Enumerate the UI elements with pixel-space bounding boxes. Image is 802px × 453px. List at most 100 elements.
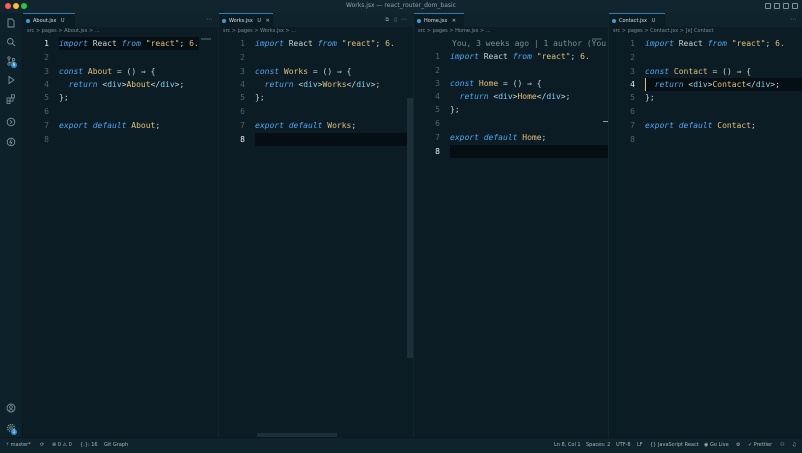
problems-indicator[interactable]: ⊗ 0 ⚠ 0 (52, 438, 72, 452)
extensions-icon[interactable] (6, 94, 16, 104)
indentation[interactable]: Spaces: 2 (586, 438, 610, 452)
code-line[interactable]: 4 return <div>Home</div>; (414, 90, 608, 103)
tab-bar: About.jsx U ⋯ (23, 13, 218, 27)
minimap[interactable] (201, 38, 211, 40)
breadcrumb[interactable]: src > pages > Home.jsx > ... (418, 28, 491, 34)
code-line[interactable]: 3 const Works = () ⇒ { (219, 65, 413, 78)
breadcrumb[interactable]: src > pages > Contact.jsx > [e] Contact (613, 28, 714, 34)
settings-gear-icon[interactable]: 1 (6, 423, 17, 435)
tab-about-jsx[interactable]: About.jsx U (23, 13, 75, 27)
cursor-position[interactable]: Ln 8, Col 1 (554, 438, 581, 452)
breadcrumb[interactable]: src > pages > About.jsx > ... (27, 28, 100, 34)
code-line[interactable]: 6 (414, 117, 608, 130)
code-line[interactable]: 7 export default About; (23, 119, 218, 132)
more-actions-icon[interactable]: ⋯ (206, 13, 212, 27)
activity-bar: 6 1 (0, 13, 23, 437)
layout-controls (765, 3, 798, 9)
tab-contact-jsx[interactable]: Contact.jsx U (609, 13, 665, 27)
remote-icon[interactable] (6, 117, 16, 127)
code-line[interactable]: 1 import React from "react"; 6. (219, 37, 413, 50)
code-line[interactable]: 1 import React from "react"; 6. (609, 37, 802, 50)
toggle-secondary-sidebar-icon[interactable] (783, 3, 789, 9)
notifications-bell-icon[interactable]: ♫ (792, 438, 796, 452)
code-line[interactable]: 6 (219, 105, 413, 118)
toggle-primary-sidebar-icon[interactable] (765, 3, 771, 9)
tab-label: Contact.jsx (619, 18, 647, 24)
split-editor-icon[interactable]: ▯ (394, 13, 397, 27)
code-line[interactable]: 7 export default Contact; (609, 119, 802, 132)
account-icon[interactable] (6, 403, 16, 413)
code-line[interactable]: 5}; (609, 91, 802, 104)
customize-layout-icon[interactable] (792, 3, 798, 9)
minimap[interactable] (592, 38, 602, 40)
braces-count[interactable]: {.}: 16 (80, 438, 98, 452)
git-graph-button[interactable]: Git Graph (104, 438, 128, 452)
code-line-current[interactable]: 4 return <div>Contact</div>; (609, 78, 802, 91)
editor-group-about: About.jsx U ⋯ src > pages > About.jsx > … (23, 13, 218, 437)
settings-sync-icon[interactable]: ⚙ (736, 438, 740, 452)
vertical-scrollbar[interactable] (407, 98, 413, 358)
branch-indicator[interactable]: ᛘ master* (6, 438, 31, 452)
code-line[interactable]: 5}; (219, 91, 413, 104)
code-line[interactable]: 4 return <div>About</div>; (23, 78, 218, 91)
source-control-icon[interactable]: 6 (6, 56, 17, 68)
code-line[interactable]: 2 (414, 64, 608, 77)
code-line-current[interactable]: 8 (219, 133, 413, 146)
tab-modified-indicator: U (60, 18, 65, 24)
code-line[interactable]: 8 (23, 133, 218, 146)
code-line[interactable]: 1 import React from "react"; 6. (414, 50, 608, 63)
breadcrumb[interactable]: src > pages > Works.jsx > ... (223, 28, 296, 34)
editor-group-contact: Contact.jsx U ⋯ src > pages > Contact.js… (609, 13, 802, 437)
code-line[interactable]: 6 (23, 105, 218, 118)
end-of-line[interactable]: LF (637, 438, 643, 452)
code-line[interactable]: 5}; (414, 103, 608, 116)
code-line-current[interactable]: 8 (414, 145, 608, 158)
tab-bar: Home.jsx ✕ (414, 13, 608, 27)
git-blame-annotation[interactable]: You, 3 weeks ago | 1 author (You (414, 37, 608, 50)
tab-works-jsx[interactable]: Works.jsx U ✕ (219, 13, 273, 27)
encoding[interactable]: UTF-8 (616, 438, 631, 452)
title-bar: Works.jsx — react_router_dom_basic (0, 0, 802, 14)
run-debug-icon[interactable] (6, 75, 16, 85)
react-file-icon (417, 19, 421, 23)
tab-label: About.jsx (33, 18, 57, 24)
go-live-button[interactable]: ◉ Go Live (704, 438, 729, 452)
code-line[interactable]: 2 (219, 51, 413, 64)
toggle-panel-icon[interactable] (774, 3, 780, 9)
source-control-badge: 6 (11, 62, 17, 68)
sync-icon[interactable]: ⟳ (40, 438, 44, 452)
react-file-icon (26, 19, 30, 23)
more-actions-icon[interactable]: ⋯ (401, 13, 407, 27)
code-line[interactable]: 1 import React from "react"; 6. (23, 37, 218, 50)
react-file-icon (612, 19, 616, 23)
feedback-icon[interactable]: ⚇ (780, 438, 784, 452)
search-icon[interactable] (6, 37, 16, 47)
code-line[interactable]: 3 const Home = () ⇒ { (414, 77, 608, 90)
more-actions-icon[interactable]: ⋯ (790, 13, 796, 27)
language-mode[interactable]: {} JavaScript React (650, 438, 699, 452)
close-icon[interactable]: ✕ (452, 18, 456, 24)
open-changes-icon[interactable]: ⧉ (385, 13, 389, 27)
code-line[interactable]: 2 (23, 51, 218, 64)
code-line[interactable]: 4 return <div>Works</div>; (219, 78, 413, 91)
code-line[interactable]: 2 (609, 51, 802, 64)
react-file-icon (222, 19, 226, 23)
code-line[interactable]: 3 const Contact = () ⇒ { (609, 65, 802, 78)
files-icon[interactable] (6, 18, 16, 28)
code-line[interactable]: 7 export default Home; (414, 131, 608, 144)
status-bar: ᛘ master* ⟳ ⊗ 0 ⚠ 0 {.}: 16 Git Graph Ln… (0, 437, 802, 453)
close-icon[interactable]: ✕ (266, 18, 270, 24)
tab-label: Works.jsx (229, 18, 253, 24)
tab-label: Home.jsx (424, 18, 448, 24)
code-line[interactable]: 8 (609, 133, 802, 146)
code-line[interactable]: 6 (609, 105, 802, 118)
thunder-icon[interactable] (6, 137, 16, 147)
tab-modified-indicator: U (257, 18, 262, 24)
tab-home-jsx[interactable]: Home.jsx ✕ (414, 13, 464, 27)
code-line[interactable]: 3 const About = () ⇒ { (23, 65, 218, 78)
editor-group-home: Home.jsx ✕ src > pages > Home.jsx > ... … (414, 13, 608, 437)
code-line[interactable]: 5}; (23, 91, 218, 104)
code-line[interactable]: 7 export default Works; (219, 119, 413, 132)
settings-badge: 1 (11, 429, 17, 435)
prettier-indicator[interactable]: ✓ Prettier (748, 438, 772, 452)
